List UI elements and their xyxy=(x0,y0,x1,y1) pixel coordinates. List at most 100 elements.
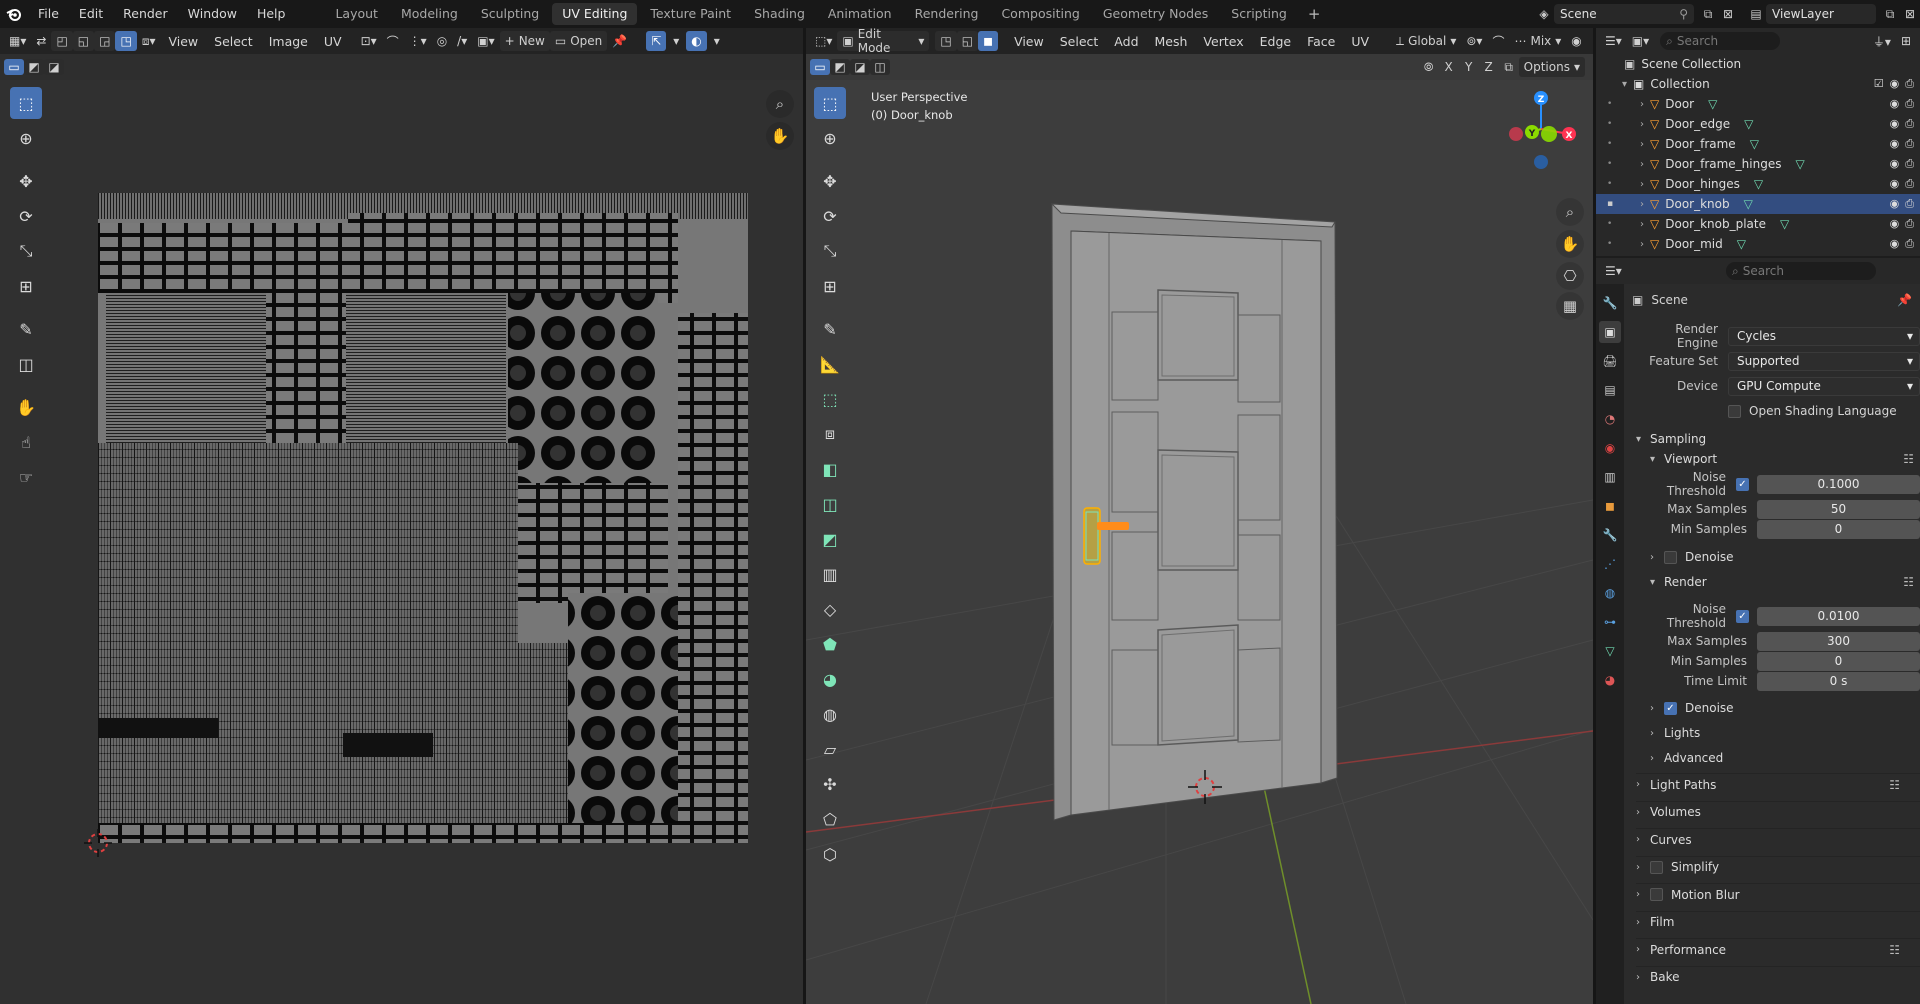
presets-list-icon[interactable]: ☷ xyxy=(1889,943,1900,957)
pivot-point-icon[interactable]: ⊚▾ xyxy=(1461,31,1487,51)
eye-icon[interactable]: ◉ xyxy=(1890,217,1900,231)
outliner-search[interactable]: ⌕ Search xyxy=(1660,32,1781,50)
extrude-region-tool-icon[interactable]: ⧈ xyxy=(814,418,846,450)
new-view-layer-icon[interactable]: ⧉ xyxy=(1880,4,1900,24)
uv-menu-image[interactable]: Image xyxy=(261,34,316,49)
tab-compositing[interactable]: Compositing xyxy=(991,3,1089,25)
tab-shading[interactable]: Shading xyxy=(744,3,815,25)
tab-scripting[interactable]: Scripting xyxy=(1221,3,1297,25)
add-workspace-button[interactable]: + xyxy=(1300,5,1329,23)
inset-tool-icon[interactable]: ◫ xyxy=(814,488,846,520)
new-scene-icon[interactable]: ⧉ xyxy=(1698,4,1718,24)
scene-field[interactable]: Scene ⚲ xyxy=(1554,4,1694,24)
tool-tab-icon[interactable]: 🔧 xyxy=(1599,292,1621,314)
expand-arrow-icon[interactable]: › xyxy=(1640,139,1644,150)
pan-icon[interactable]: ✋ xyxy=(1556,230,1584,258)
tab-animation[interactable]: Animation xyxy=(818,3,902,25)
3d-select-extend-icon[interactable]: ◩ xyxy=(830,59,850,75)
panel-film[interactable]: › Film xyxy=(1636,910,1920,933)
outliner-item-door-edge[interactable]: • › ▽ Door_edge ▽ ◉ ⎙ xyxy=(1596,114,1920,134)
display-mode-icon[interactable]: ▣▾ xyxy=(1627,31,1654,51)
expand-arrow-icon[interactable]: › xyxy=(1640,119,1644,130)
delete-scene-icon[interactable]: ⊠ xyxy=(1718,4,1738,24)
output-tab-icon[interactable]: 🖨 xyxy=(1599,350,1621,372)
annotate-tool-icon[interactable]: ✎ xyxy=(814,313,846,345)
data-tab-icon[interactable]: ▽ xyxy=(1599,640,1621,662)
zoom-icon[interactable]: ⌕ xyxy=(766,90,794,118)
options-dropdown[interactable]: Options ▾ xyxy=(1518,57,1585,77)
lights-subpanel-header[interactable]: › Lights xyxy=(1650,722,1920,744)
uv-cursor-icon[interactable] xyxy=(84,829,112,857)
mirror-icon[interactable]: ⦾ xyxy=(1419,57,1439,77)
filter-icon[interactable]: ⏚▾ xyxy=(1868,31,1896,51)
render-denoise-header[interactable]: › ✓ Denoise xyxy=(1650,697,1920,719)
spin-tool-icon[interactable]: ◕ xyxy=(814,663,846,695)
camera-icon[interactable]: ⎔ xyxy=(1556,262,1584,290)
presets-list-icon[interactable]: ☷ xyxy=(1903,575,1914,589)
panel-checkbox[interactable] xyxy=(1650,860,1663,874)
device-dropdown[interactable]: GPU Compute ▾ xyxy=(1728,376,1920,396)
image-browse-icon[interactable]: ▣▾ xyxy=(472,31,499,51)
expand-arrow-icon[interactable]: › xyxy=(1640,219,1644,230)
expand-arrow-icon[interactable]: › xyxy=(1640,199,1644,210)
mode-dropdown[interactable]: ▣ Edit Mode ▾ xyxy=(837,27,930,55)
pin-icon[interactable]: ⚲ xyxy=(1679,7,1688,21)
advanced-subpanel-header[interactable]: › Advanced xyxy=(1650,747,1920,769)
eye-icon[interactable]: ◉ xyxy=(1890,197,1900,211)
eye-icon[interactable]: ◉ xyxy=(1890,77,1900,91)
tab-modeling[interactable]: Modeling xyxy=(391,3,468,25)
eye-icon[interactable]: ◉ xyxy=(1890,157,1900,171)
scale-tool-icon[interactable]: ⤡ xyxy=(814,235,846,267)
3d-menu-mesh[interactable]: Mesh xyxy=(1147,34,1196,49)
3d-select-subtract-icon[interactable]: ◪ xyxy=(850,59,870,75)
view-layer-browse-icon[interactable]: ▤ xyxy=(1746,4,1766,24)
pin-icon[interactable]: 📌 xyxy=(1897,293,1912,307)
mesh-data-icon[interactable]: ▽ xyxy=(1795,157,1804,171)
select-box-tool-icon[interactable]: ⬚ xyxy=(10,87,42,119)
shear-tool-icon[interactable]: ⬠ xyxy=(814,803,846,835)
eye-icon[interactable]: ◉ xyxy=(1890,137,1900,151)
3d-editor-type-icon[interactable]: ⬚▾ xyxy=(810,31,837,51)
gizmo-dropdown-icon[interactable]: ▾ xyxy=(666,31,686,51)
move-tool-icon[interactable]: ✥ xyxy=(10,165,42,197)
view-layer-tab-icon[interactable]: ▤ xyxy=(1599,379,1621,401)
exclude-checkbox[interactable]: ☑ xyxy=(1874,77,1884,91)
edge-slide-tool-icon[interactable]: ▱ xyxy=(814,733,846,765)
collection-tab-icon[interactable]: ▥ xyxy=(1599,466,1621,488)
constraints-tab-icon[interactable]: ⊶ xyxy=(1599,611,1621,633)
uv-view[interactable]: ⬚ ⊕ ✥ ⟳ ⤡ ⊞ ✎ ◫ ✋ ☝ ☞ ⌕ ✋ xyxy=(0,80,803,1004)
3d-menu-uv[interactable]: UV xyxy=(1343,34,1377,49)
pin-icon[interactable]: 📌 xyxy=(607,31,632,51)
pinch-tool-icon[interactable]: ☞ xyxy=(10,461,42,493)
mesh-data-icon[interactable]: ▽ xyxy=(1780,217,1789,231)
proportional-edit-icon[interactable]: ◎ xyxy=(432,31,452,51)
3d-menu-vertex[interactable]: Vertex xyxy=(1195,34,1251,49)
outliner-item-door-frame-hinges[interactable]: • › ▽ Door_frame_hinges ▽ ◉ ⎙ xyxy=(1596,154,1920,174)
gizmo-icon[interactable]: ⇱ xyxy=(646,31,667,51)
scene-collection-row[interactable]: ▣ Scene Collection xyxy=(1596,54,1920,74)
tab-sculpting[interactable]: Sculpting xyxy=(471,3,549,25)
mesh-data-icon[interactable]: ▽ xyxy=(1750,137,1759,151)
osl-checkbox[interactable] xyxy=(1728,404,1741,418)
viewport-noise-checkbox[interactable]: ✓ xyxy=(1736,477,1749,491)
material-tab-icon[interactable]: ◕ xyxy=(1599,669,1621,691)
render-noise-field[interactable]: 0.0100 xyxy=(1757,606,1920,626)
scene-tab-icon[interactable]: ◔ xyxy=(1599,408,1621,430)
menu-file[interactable]: File xyxy=(28,0,69,28)
time-limit-field[interactable]: 0 s xyxy=(1757,671,1920,691)
sync-selection-icon[interactable]: ⇄ xyxy=(31,31,51,51)
eye-icon[interactable]: ◉ xyxy=(1890,237,1900,251)
viewport-subpanel-header[interactable]: ▾ Viewport ☷ xyxy=(1650,448,1920,470)
render-subpanel-header[interactable]: ▾ Render ☷ xyxy=(1650,571,1920,593)
shrink-fatten-tool-icon[interactable]: ✣ xyxy=(814,768,846,800)
3d-select-intersect-icon[interactable]: ◫ xyxy=(870,59,890,75)
expand-arrow-icon[interactable]: ▾ xyxy=(1622,79,1627,90)
panel-light-paths[interactable]: › Light Paths ☷ xyxy=(1636,773,1920,795)
cursor-tool-icon[interactable]: ⊕ xyxy=(814,122,846,154)
mesh-data-icon[interactable]: ▽ xyxy=(1744,117,1753,131)
relax-tool-icon[interactable]: ☝ xyxy=(10,426,42,458)
uv-select-mode-vertex[interactable]: ◰ xyxy=(51,31,73,51)
tab-texture-paint[interactable]: Texture Paint xyxy=(640,3,741,25)
panel-bake[interactable]: › Bake xyxy=(1636,965,1920,988)
pivot-icon[interactable]: ⊡▾ xyxy=(356,31,382,51)
